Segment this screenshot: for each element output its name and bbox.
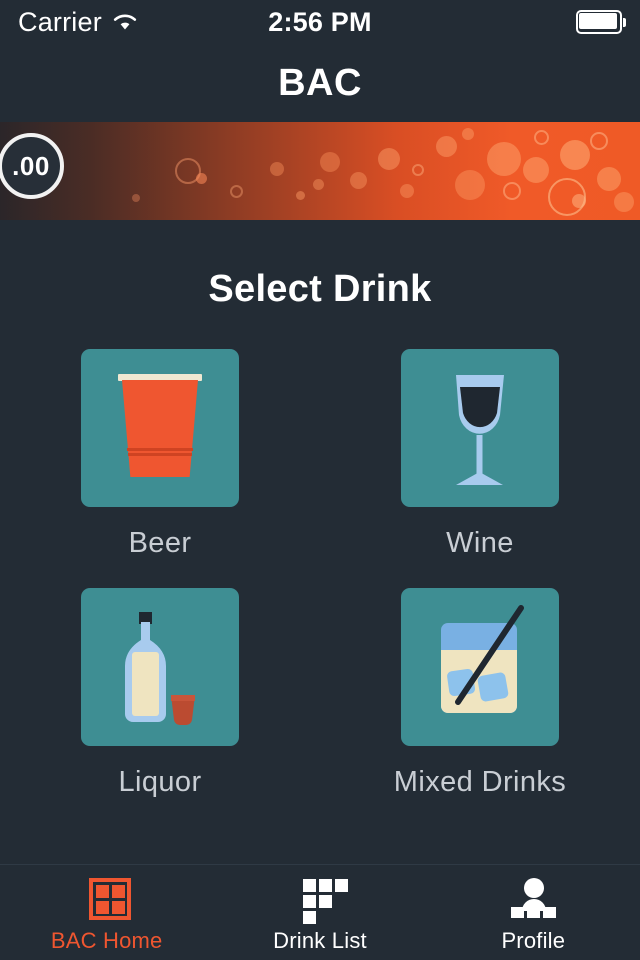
tab-bar: BAC Home Drink List Profile (0, 864, 640, 960)
grid-home-icon (81, 876, 133, 922)
bac-banner[interactable]: .00 (0, 122, 640, 220)
profile-person-icon (507, 876, 559, 922)
drink-list-icon (294, 876, 348, 924)
wine-tile[interactable] (401, 349, 559, 507)
navigation-bar: BAC (0, 44, 640, 122)
beer-tile[interactable] (81, 349, 239, 507)
liquor-tile[interactable] (81, 588, 239, 746)
drink-label-mixed-drinks: Mixed Drinks (393, 766, 567, 798)
page-title: BAC (278, 61, 362, 104)
tab-label-bac-home: BAC Home (50, 927, 163, 953)
drink-label-beer: Beer (128, 527, 192, 559)
tab-label-profile: Profile (501, 927, 566, 953)
tab-bac-home[interactable]: BAC Home (0, 865, 213, 960)
drink-label-liquor: Liquor (118, 766, 202, 798)
drink-label-wine: Wine (446, 527, 514, 559)
tab-profile[interactable]: Profile (427, 865, 640, 960)
status-bar-right (576, 0, 626, 44)
main-content: Select Drink Beer Wine Liquor Mixed Drin… (0, 220, 640, 864)
mixed-drinks-tile[interactable] (401, 588, 559, 746)
status-bar-clock: 2:56 PM (268, 6, 372, 37)
drink-cell-beer[interactable]: Beer (0, 349, 320, 560)
status-bar: Carrier 2:56 PM (0, 0, 640, 44)
bac-value-badge: .00 (0, 133, 64, 199)
app-screen: Carrier 2:56 PM BAC .00 Select Drink Bee… (0, 0, 640, 960)
battery-icon (576, 10, 626, 34)
tab-drink-list[interactable]: Drink List (213, 865, 426, 960)
tab-label-drink-list: Drink List (273, 927, 367, 953)
drink-cell-mixed-drinks[interactable]: Mixed Drinks (320, 588, 640, 799)
drink-cell-wine[interactable]: Wine (320, 349, 640, 560)
section-title: Select Drink (208, 268, 432, 310)
drink-cell-liquor[interactable]: Liquor (0, 588, 320, 799)
drink-grid: Beer Wine Liquor Mixed Drinks (0, 349, 640, 799)
